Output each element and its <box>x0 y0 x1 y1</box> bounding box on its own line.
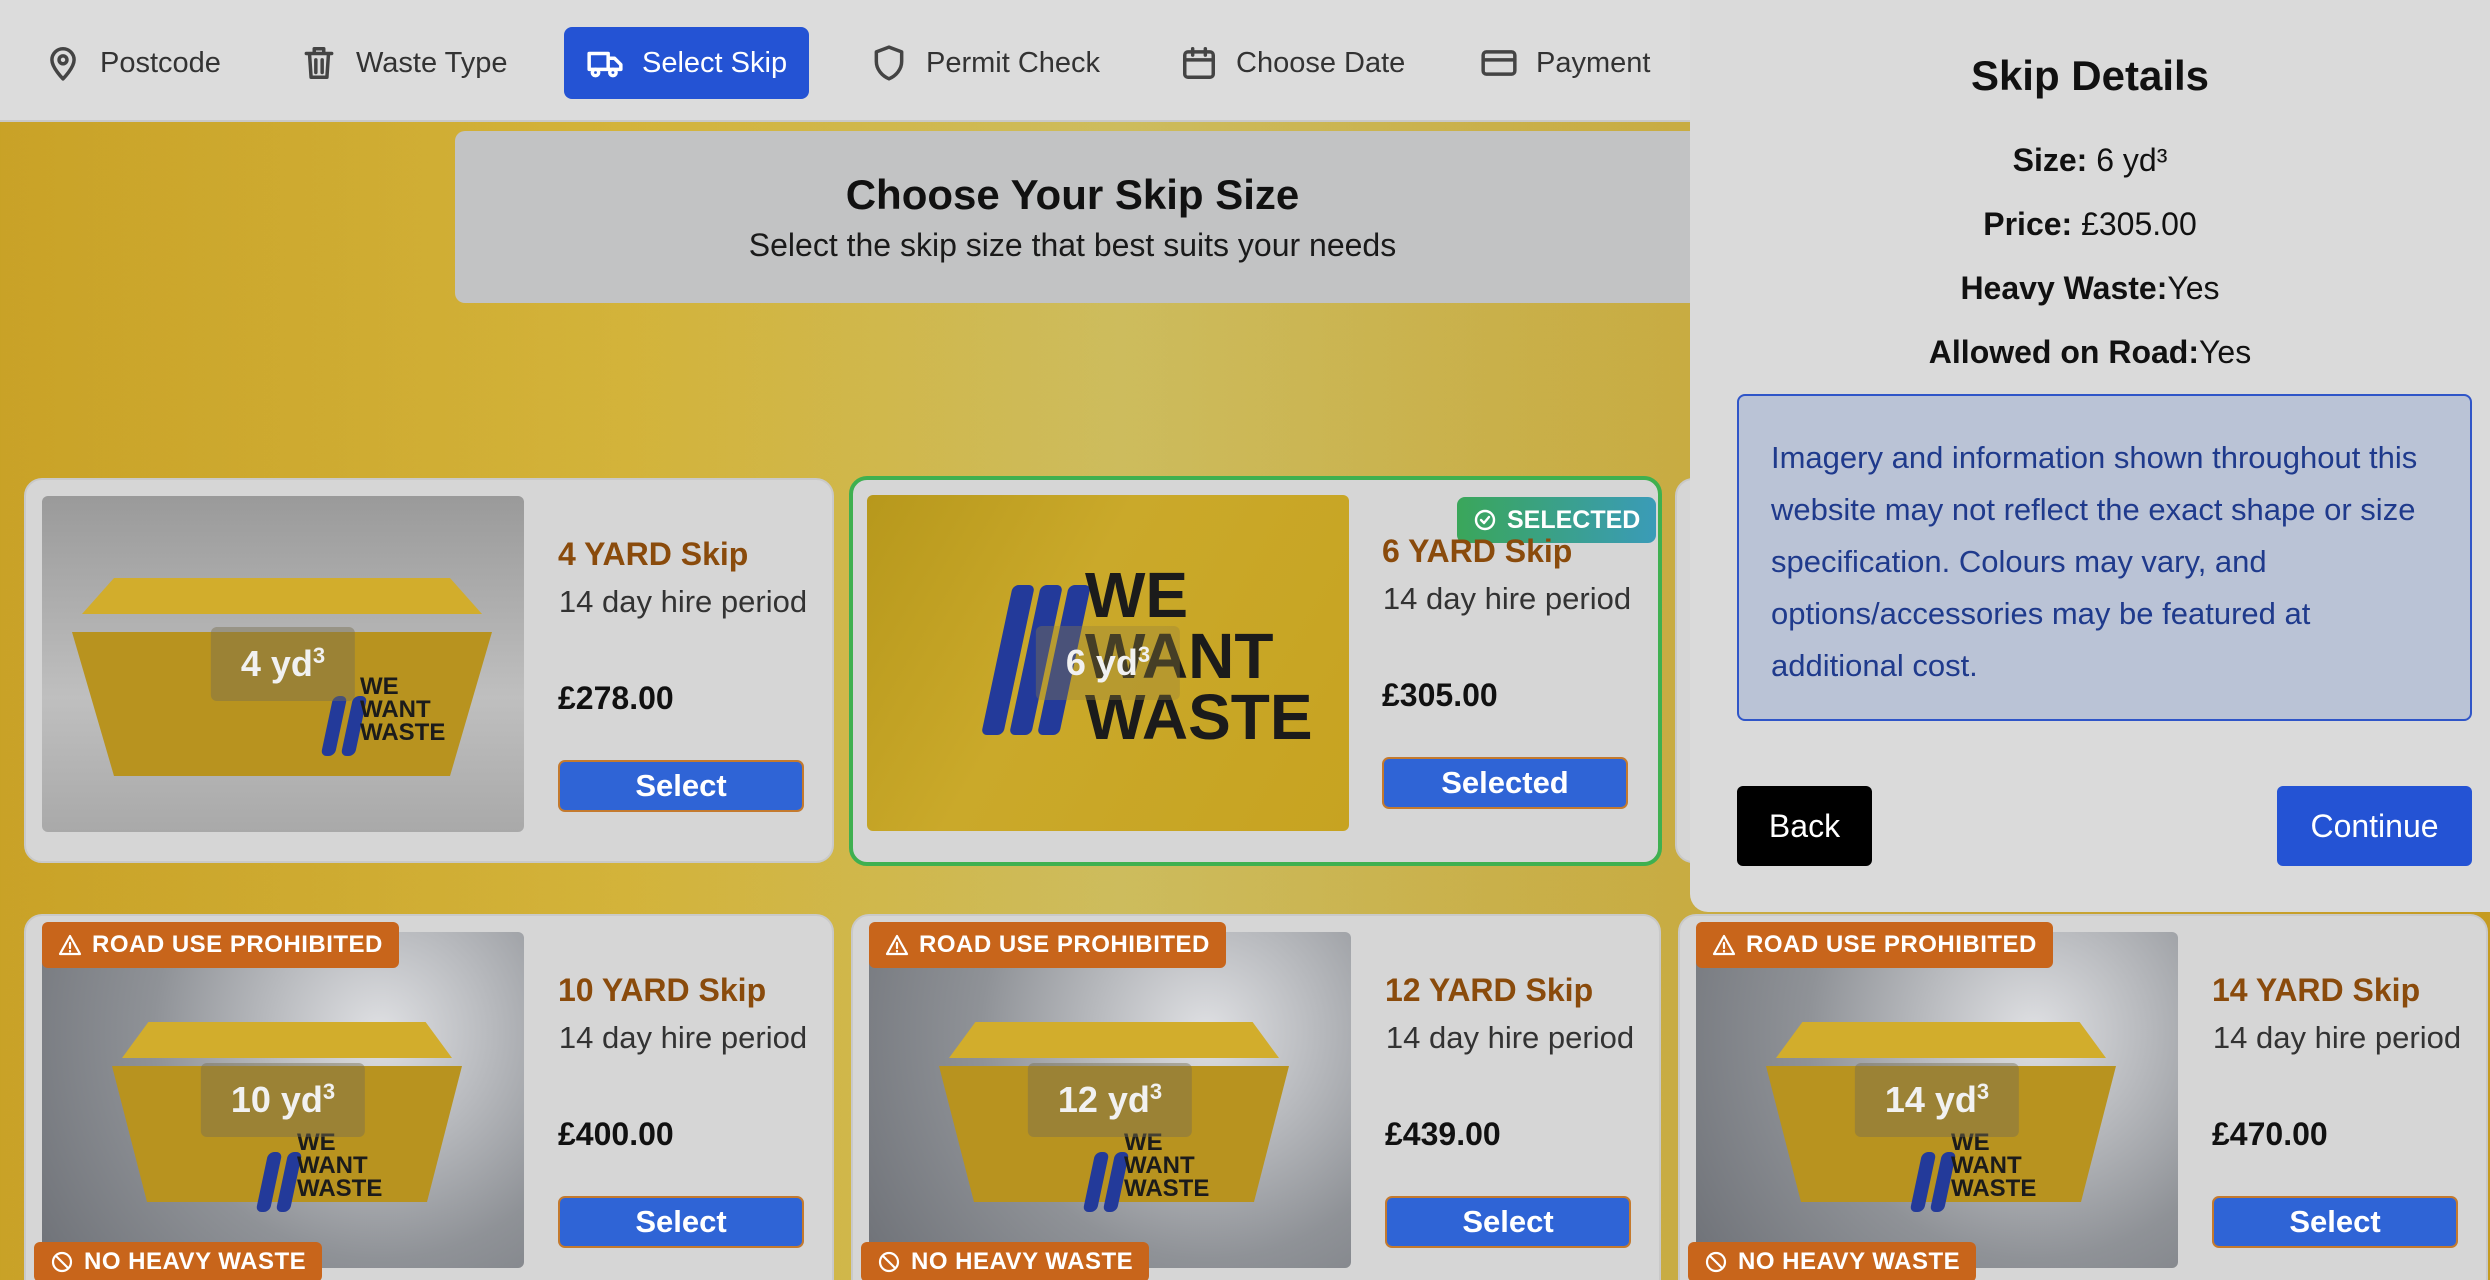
skip-details-panel: Skip Details Size: 6 yd³ Price: £305.00 … <box>1690 0 2490 912</box>
step-label: Postcode <box>100 46 221 79</box>
skip-size-label: 6 yd3 <box>1035 626 1181 700</box>
step-waste-type[interactable]: Waste Type <box>278 27 530 99</box>
ban-icon <box>1705 1251 1727 1273</box>
calendar-icon <box>1183 47 1215 79</box>
hire-period: 14 day hire period <box>2212 1020 2462 1055</box>
hire-period: 14 day hire period <box>558 584 808 619</box>
credit-card-icon <box>1481 50 1517 76</box>
step-label: Waste Type <box>356 46 508 79</box>
select-button[interactable]: Select <box>2212 1196 2458 1248</box>
skip-card-6-yard[interactable]: WE WANT WASTE 6 yd3 SELECTED 6 YARD Skip 1… <box>849 476 1662 866</box>
road-prohibited-badge: ROAD USE PROHIBITED <box>42 922 399 968</box>
panel-title: Skip Details <box>1970 52 2210 99</box>
skip-image: WE WANT WASTE 6 yd3 <box>867 495 1349 831</box>
detail-size: Size: 6 yd³ <box>2012 142 2168 178</box>
warning-triangle-icon <box>885 934 909 956</box>
step-label: Select Skip <box>642 46 788 79</box>
skip-size-label: 14 yd3 <box>1854 1063 2020 1137</box>
brand-logo-text: WE WANT WASTE <box>297 1129 383 1202</box>
continue-button[interactable]: Continue <box>2277 786 2472 866</box>
no-heavy-waste-badge: NO HEAVY WASTE <box>34 1242 323 1280</box>
logo-mark <box>1909 1152 1957 1212</box>
skip-title: 10 YARD Skip <box>558 972 767 1008</box>
step-select-skip[interactable]: Select Skip <box>564 27 810 99</box>
brand-logo-text: WE WANT WASTE <box>360 673 446 746</box>
shield-icon <box>874 45 904 81</box>
selected-button[interactable]: Selected <box>1382 757 1628 809</box>
skip-price: £305.00 <box>1382 677 1498 713</box>
disclaimer-notice: Imagery and information shown throughout… <box>1737 394 2472 721</box>
logo-mark <box>1082 1152 1130 1212</box>
select-button[interactable]: Select <box>1385 1196 1631 1248</box>
truck-icon <box>587 51 623 78</box>
logo-mark <box>255 1152 303 1212</box>
hire-period: 14 day hire period <box>558 1020 808 1055</box>
road-prohibited-badge: ROAD USE PROHIBITED <box>1696 922 2053 968</box>
select-button[interactable]: Select <box>558 1196 804 1248</box>
skip-price: £439.00 <box>1385 1116 1501 1152</box>
skip-image: WE WANT WASTE 14 yd3 <box>1696 932 2178 1268</box>
ban-icon <box>878 1251 900 1273</box>
step-permit-check[interactable]: Permit Check <box>848 27 1122 99</box>
skip-image: WE WANT WASTE 4 yd3 <box>42 496 524 832</box>
skip-image: WE WANT WASTE 10 yd3 <box>42 932 524 1268</box>
warning-triangle-icon <box>58 934 82 956</box>
page-title: Choose Your Skip Size <box>845 171 1300 218</box>
skip-size-label: 10 yd3 <box>200 1063 366 1137</box>
skip-card-14-yard[interactable]: WE WANT WASTE 14 yd3 ROAD USE PROHIBITED N… <box>1678 914 2488 1280</box>
brand-logo-text: WE WANT WASTE <box>1951 1129 2037 1202</box>
step-postcode[interactable]: Postcode <box>22 27 243 99</box>
road-prohibited-badge: ROAD USE PROHIBITED <box>869 922 1226 968</box>
detail-heavy-waste: Heavy Waste:Yes <box>1960 270 2220 306</box>
no-heavy-waste-badge: NO HEAVY WASTE <box>1688 1242 1977 1280</box>
detail-allowed-on-road: Allowed on Road:Yes <box>1928 334 2252 370</box>
skip-lid <box>82 578 482 614</box>
step-navigation: Postcode Waste Type Select Skip Permit C… <box>0 0 1690 122</box>
ban-icon <box>51 1251 73 1273</box>
page-subtitle: Select the skip size that best suits you… <box>748 227 1397 263</box>
skip-price: £400.00 <box>558 1116 674 1152</box>
select-button[interactable]: Select <box>558 760 804 812</box>
trash-icon <box>304 47 334 79</box>
skip-lid <box>1776 1022 2106 1058</box>
skip-price: £278.00 <box>558 680 674 716</box>
skip-size-label: 4 yd3 <box>210 627 356 701</box>
step-payment[interactable]: Payment <box>1458 27 1672 99</box>
skip-title: 6 YARD Skip <box>1382 533 1573 569</box>
skip-title: 12 YARD Skip <box>1385 972 1594 1008</box>
skip-title: 14 YARD Skip <box>2212 972 2421 1008</box>
step-choose-date[interactable]: Choose Date <box>1158 27 1427 99</box>
no-heavy-waste-badge: NO HEAVY WASTE <box>861 1242 1150 1280</box>
logo-mark <box>320 696 368 756</box>
skip-card-4-yard[interactable]: WE WANT WASTE 4 yd3 4 YARD Skip 14 day hir… <box>24 478 834 863</box>
brand-logo-text: WE WANT WASTE <box>1124 1129 1210 1202</box>
page-header: Choose Your Skip Size Select the skip si… <box>455 131 1690 303</box>
back-button[interactable]: Back <box>1737 786 1872 866</box>
step-label: Choose Date <box>1236 46 1406 79</box>
step-label: Payment <box>1536 46 1651 79</box>
skip-price: £470.00 <box>2212 1116 2328 1152</box>
hire-period: 14 day hire period <box>1382 581 1632 616</box>
map-pin-icon <box>50 47 76 81</box>
detail-price: Price: £305.00 <box>1983 206 2197 242</box>
step-label: Permit Check <box>926 46 1101 79</box>
skip-image: WE WANT WASTE 12 yd3 <box>869 932 1351 1268</box>
check-circle-icon <box>1474 509 1496 531</box>
skip-lid <box>949 1022 1279 1058</box>
skip-size-label: 12 yd3 <box>1027 1063 1193 1137</box>
skip-title: 4 YARD Skip <box>558 536 749 572</box>
hire-period: 14 day hire period <box>1385 1020 1635 1055</box>
warning-triangle-icon <box>1712 934 1736 956</box>
skip-card-12-yard[interactable]: WE WANT WASTE 12 yd3 ROAD USE PROHIBITED N… <box>851 914 1661 1280</box>
skip-lid <box>122 1022 452 1058</box>
skip-card-10-yard[interactable]: WE WANT WASTE 10 yd3 ROAD USE PROHIBITED N… <box>24 914 834 1280</box>
